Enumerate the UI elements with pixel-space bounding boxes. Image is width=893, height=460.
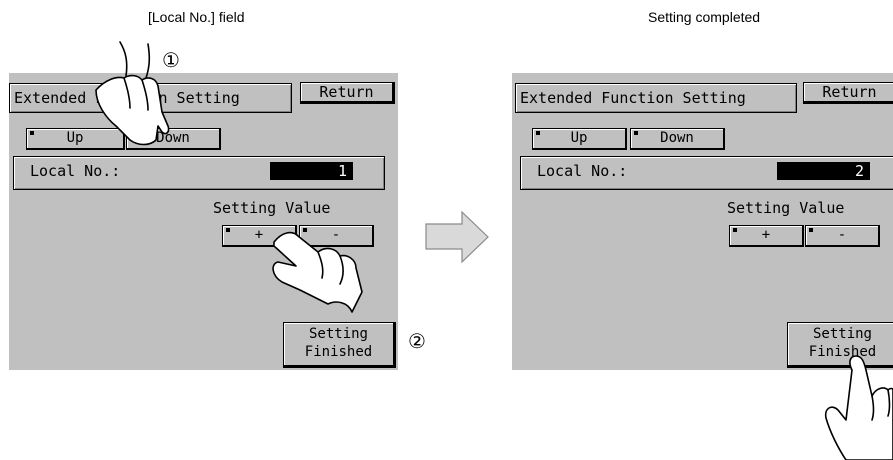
pointing-hand-icon bbox=[272, 231, 363, 313]
pointing-hand-icon bbox=[95, 41, 170, 146]
illustration-overlay bbox=[95, 41, 893, 460]
pointing-hand-icon bbox=[824, 355, 893, 460]
transition-arrow-icon bbox=[425, 210, 489, 264]
